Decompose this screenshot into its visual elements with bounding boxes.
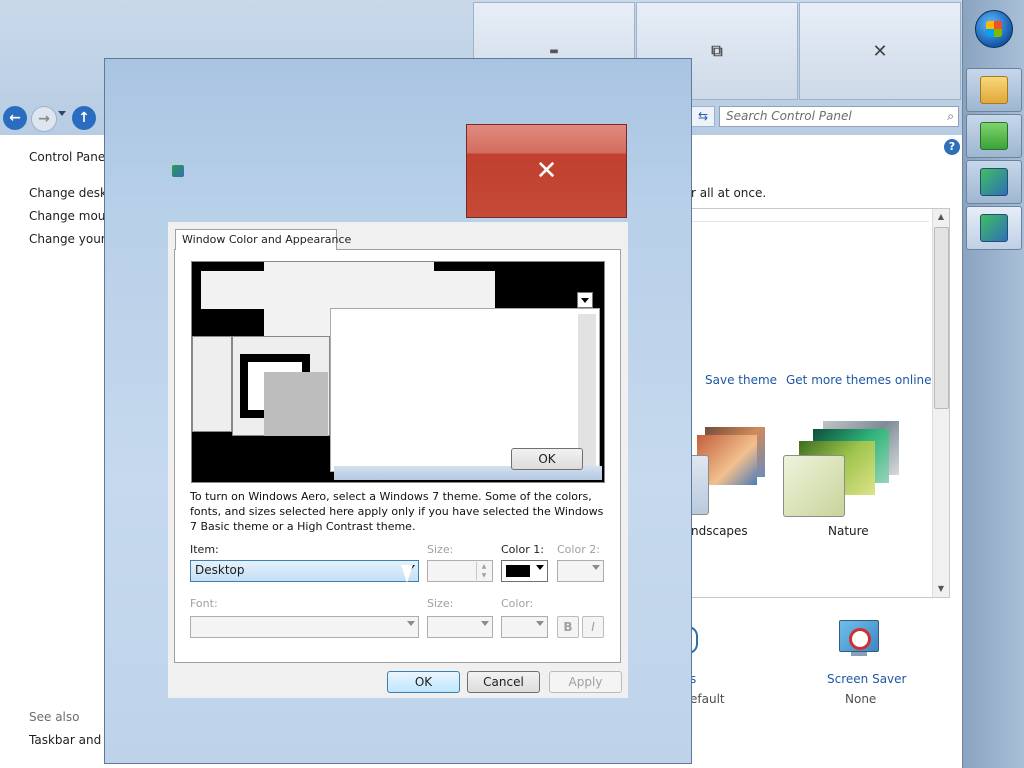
display-icon [980,214,1008,242]
chevron-down-icon [481,621,489,626]
color2-picker[interactable] [557,560,604,582]
appearance-preview[interactable]: OK [191,261,605,483]
sounds-value: efault [690,692,725,706]
font-size-label: Size: [427,597,454,610]
see-also-taskbar-link[interactable]: Taskbar and St [29,733,105,747]
dialog-close-button[interactable]: ✕ [466,124,627,218]
taskbar-notepad-button[interactable] [966,114,1022,158]
preview-scrollbar [578,314,596,470]
spin-down-icon[interactable]: ▼ [476,571,491,580]
folder-icon [980,76,1008,104]
theme-landscapes-label: ndscapes [691,524,748,538]
close-icon: ✕ [872,40,888,62]
font-select[interactable] [190,616,419,638]
back-button[interactable]: ← [3,106,27,130]
ok-button[interactable]: OK [387,671,460,693]
display-icon [980,168,1008,196]
scroll-up-icon[interactable]: ▲ [933,209,949,225]
font-color-label: Color: [501,597,534,610]
cancel-button[interactable]: Cancel [467,671,540,693]
close-icon: ✕ [535,156,558,186]
preview-ok-button: OK [511,448,583,470]
refresh-button[interactable]: ⇆ [691,106,715,127]
taskbar-display-button[interactable] [966,160,1022,204]
apply-button[interactable]: Apply [549,671,622,693]
notepad-icon [980,122,1008,150]
theme-nature-label: Nature [828,524,869,538]
up-button[interactable]: ↑ [72,106,96,130]
screen-saver-link[interactable]: Screen Saver [827,672,906,686]
minimize-icon: ▬ [549,45,559,57]
windows-logo-icon [986,21,1002,37]
mouse-cursor-icon [401,565,413,583]
theme-thumbnail [689,455,709,515]
chevron-down-icon [536,621,544,626]
theme-list[interactable]: ▲ ▼ Save theme Get more themes online nd… [688,208,950,598]
restore-icon: ⧉ [711,41,723,60]
left-link-account[interactable]: Change your a [29,232,105,246]
item-size-spinner[interactable]: ▲ ▼ [427,560,493,582]
color1-label: Color 1: [501,543,544,556]
taskbar-personalization-button[interactable] [966,206,1022,250]
see-also-heading: See also [29,710,80,724]
up-arrow-icon: ↑ [78,110,90,126]
start-button[interactable] [975,10,1013,48]
chevron-down-icon [592,565,600,570]
search-input[interactable]: Search Control Panel ⌕ [719,106,959,127]
font-label: Font: [190,597,218,610]
recent-pages-dropdown[interactable] [58,111,66,116]
back-arrow-icon: ← [9,110,21,126]
forward-button[interactable]: → [31,106,57,132]
search-placeholder: Search Control Panel [726,109,852,123]
theme-group-divider [689,221,929,222]
chevron-down-icon [536,565,544,570]
taskbar-explorer-button[interactable] [966,68,1022,112]
breadcrumb[interactable]: Control Panel [29,150,109,164]
get-more-themes-link[interactable]: Get more themes online [786,373,932,387]
tab-window-color-appearance[interactable]: Window Color and Appearance [175,229,351,250]
save-theme-link[interactable]: Save theme [705,373,777,387]
bold-button[interactable]: B [557,616,579,638]
color1-picker[interactable] [501,560,548,582]
theme-landscapes[interactable] [689,421,769,517]
forward-arrow-icon: → [38,111,50,127]
aero-description: To turn on Windows Aero, select a Window… [190,490,604,533]
theme-nature[interactable] [783,421,911,517]
spin-up-icon[interactable]: ▲ [476,562,491,571]
font-color-picker[interactable] [501,616,548,638]
left-link-mouse[interactable]: Change mous [29,209,105,223]
item-label: Item: [190,543,219,556]
italic-button[interactable]: I [582,616,604,638]
theme-instructions: r all at once. [691,186,767,200]
dialog-app-icon [172,165,184,177]
left-link-desktop[interactable]: Change deskto [29,186,105,200]
search-icon[interactable]: ⌕ [947,109,954,124]
close-button[interactable]: ✕ [799,2,961,100]
color2-label: Color 2: [557,543,600,556]
screen-saver-icon[interactable] [835,618,883,666]
preview-dropdown [577,292,593,308]
screen-saver-value: None [845,692,877,706]
chevron-down-icon [407,621,415,626]
item-size-label: Size: [427,543,454,556]
preview-window-titlebar [201,271,495,309]
theme-list-scrollbar[interactable]: ▲ ▼ [932,209,949,597]
item-select[interactable]: Desktop [190,560,419,582]
font-size-select[interactable] [427,616,493,638]
color1-swatch [506,565,530,577]
scroll-thumb[interactable] [934,227,949,409]
scroll-down-icon[interactable]: ▼ [933,581,949,597]
item-select-value: Desktop [195,563,245,577]
preview-window-pane [192,336,232,432]
refresh-icon: ⇆ [697,109,709,123]
theme-thumbnail [783,455,845,517]
help-icon: ? [948,140,956,153]
help-button[interactable]: ? [944,139,960,155]
